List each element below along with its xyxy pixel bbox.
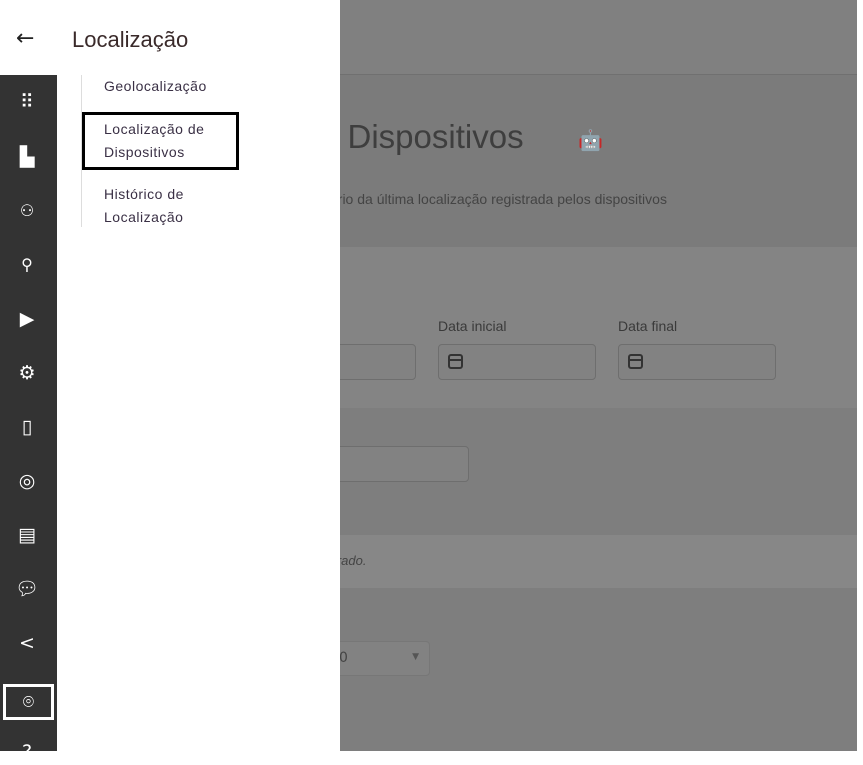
phone-icon[interactable]: ▯ (14, 414, 40, 440)
browser-window-icon[interactable]: ▤ (14, 522, 40, 548)
arrow-left-icon: ← (16, 26, 35, 51)
menu-item-historico-localizacao[interactable]: Histórico de Localização (104, 183, 224, 229)
menu-item-geolocalizacao[interactable]: Geolocalização (104, 75, 207, 98)
empty-message: ntrado. (340, 553, 367, 568)
device-field[interactable] (340, 344, 416, 380)
start-date-input[interactable] (438, 344, 596, 380)
submenu-list: Geolocalização Localização de Dispositiv… (81, 75, 281, 227)
calendar-icon (448, 354, 463, 369)
page-size-value: 0 (340, 650, 348, 666)
chat-icon[interactable]: 💬︎ (14, 576, 40, 602)
location-pin-icon[interactable]: ⌾ (3, 684, 54, 720)
help-icon[interactable]: ? (14, 739, 40, 765)
end-date-input[interactable] (618, 344, 776, 380)
end-date-label: Data final (618, 318, 678, 334)
icon-rail: ⠿ ▙ ⚇ ⚲ ▶ ⚙ ▯ ◎ ▤ 💬︎ < ⌾ ? (0, 75, 57, 763)
start-date-label: Data inicial (438, 318, 507, 334)
radar-icon[interactable]: ◎ (14, 468, 40, 494)
page-size-select[interactable]: 0 ▼ (340, 641, 430, 676)
menu-item-localizacao-dispositivos[interactable]: Localização de Dispositivos (104, 118, 224, 164)
panel-title: Localização (72, 27, 189, 52)
buildings-icon[interactable]: ▙ (14, 144, 40, 170)
back-button[interactable]: ← (16, 26, 34, 51)
play-store-icon[interactable]: ▶ (14, 306, 40, 332)
share-icon[interactable]: < (14, 630, 40, 656)
calendar-icon (628, 354, 643, 369)
page-background-overlay[interactable]: e Dispositivos 🤖 ório da última localiza… (340, 0, 857, 751)
search-input[interactable] (340, 446, 469, 482)
gear-icon[interactable]: ⚙ (14, 360, 40, 386)
users-icon[interactable]: ⚇ (14, 198, 40, 224)
page-title: e Dispositivos (340, 118, 524, 155)
apps-grid-icon[interactable]: ⠿ (14, 89, 40, 115)
chevron-down-icon: ▼ (412, 652, 419, 662)
user-icon[interactable]: ⚲ (14, 252, 40, 278)
android-icon: 🤖 (578, 128, 603, 152)
page-subtitle: ório da última localização registrada pe… (340, 191, 667, 207)
